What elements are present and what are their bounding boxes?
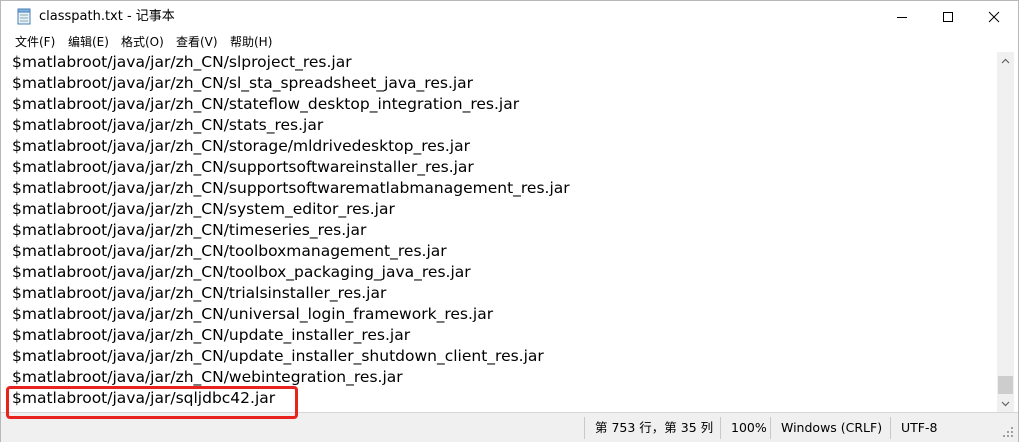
line-ending: Windows (CRLF) — [781, 420, 883, 435]
status-divider — [770, 417, 771, 439]
text-line: $matlabroot/java/jar/zh_CN/timeseries_re… — [12, 221, 367, 239]
chevron-up-icon — [1001, 58, 1010, 63]
text-line: $matlabroot/java/jar/zh_CN/slproject_res… — [12, 53, 352, 71]
status-divider — [720, 417, 721, 439]
text-line: $matlabroot/java/jar/zh_CN/toolbox_packa… — [12, 263, 471, 281]
text-line: $matlabroot/java/jar/zh_CN/supportsoftwa… — [12, 179, 570, 197]
menu-edit[interactable]: 编辑(E) — [68, 34, 109, 50]
text-line: $matlabroot/java/jar/zh_CN/toolboxmanage… — [12, 242, 447, 260]
close-icon — [988, 11, 1000, 22]
text-line: $matlabroot/java/jar/zh_CN/supportsoftwa… — [12, 158, 474, 176]
text-line: $matlabroot/java/jar/zh_CN/trialsinstall… — [12, 284, 387, 302]
vertical-scrollbar[interactable] — [997, 52, 1014, 412]
text-line: $matlabroot/java/jar/zh_CN/stats_res.jar — [12, 116, 324, 134]
menu-bar: 文件(F) 编辑(E) 格式(O) 查看(V) 帮助(H) — [1, 32, 1018, 52]
title-bar[interactable]: classpath.txt - 记事本 — [1, 1, 1018, 32]
text-line: $matlabroot/java/jar/zh_CN/webintegratio… — [12, 368, 403, 386]
maximize-icon — [943, 11, 953, 22]
encoding: UTF-8 — [901, 420, 938, 435]
maximize-button[interactable] — [925, 1, 971, 32]
notepad-window: classpath.txt - 记事本 文件(F) 编辑(E) 格式(O) 查看… — [0, 0, 1019, 442]
text-line: $matlabroot/java/jar/zh_CN/system_editor… — [12, 200, 395, 218]
red-highlight-annotation — [6, 386, 298, 419]
menu-view[interactable]: 查看(V) — [176, 34, 218, 50]
resize-grip-icon[interactable] — [1001, 425, 1015, 439]
menu-format[interactable]: 格式(O) — [121, 34, 164, 50]
cursor-position: 第 753 行，第 35 列 — [595, 420, 714, 435]
text-line: $matlabroot/java/jar/zh_CN/update_instal… — [12, 347, 544, 365]
notepad-icon — [17, 8, 31, 25]
scroll-thumb[interactable] — [998, 376, 1013, 394]
status-divider — [890, 417, 891, 439]
zoom-level: 100% — [731, 420, 767, 435]
chevron-down-icon — [1001, 401, 1010, 406]
menu-file[interactable]: 文件(F) — [15, 34, 55, 50]
text-line: $matlabroot/java/jar/zh_CN/stateflow_des… — [12, 95, 520, 113]
minimize-icon — [897, 16, 907, 18]
text-line: $matlabroot/java/jar/zh_CN/universal_log… — [12, 305, 494, 323]
scroll-up-button[interactable] — [997, 52, 1014, 69]
menu-help[interactable]: 帮助(H) — [230, 34, 272, 50]
text-line: $matlabroot/java/jar/zh_CN/storage/mldri… — [12, 137, 470, 155]
minimize-button[interactable] — [879, 1, 925, 32]
close-button[interactable] — [971, 1, 1017, 32]
window-title: classpath.txt - 记事本 — [39, 9, 175, 24]
text-editor[interactable]: $matlabroot/java/jar/zh_CN/slproject_res… — [1, 52, 997, 412]
status-divider — [584, 417, 585, 439]
text-line: $matlabroot/java/jar/zh_CN/update_instal… — [12, 326, 411, 344]
text-line: $matlabroot/java/jar/zh_CN/sl_sta_spread… — [12, 74, 474, 92]
scroll-down-button[interactable] — [997, 395, 1014, 412]
